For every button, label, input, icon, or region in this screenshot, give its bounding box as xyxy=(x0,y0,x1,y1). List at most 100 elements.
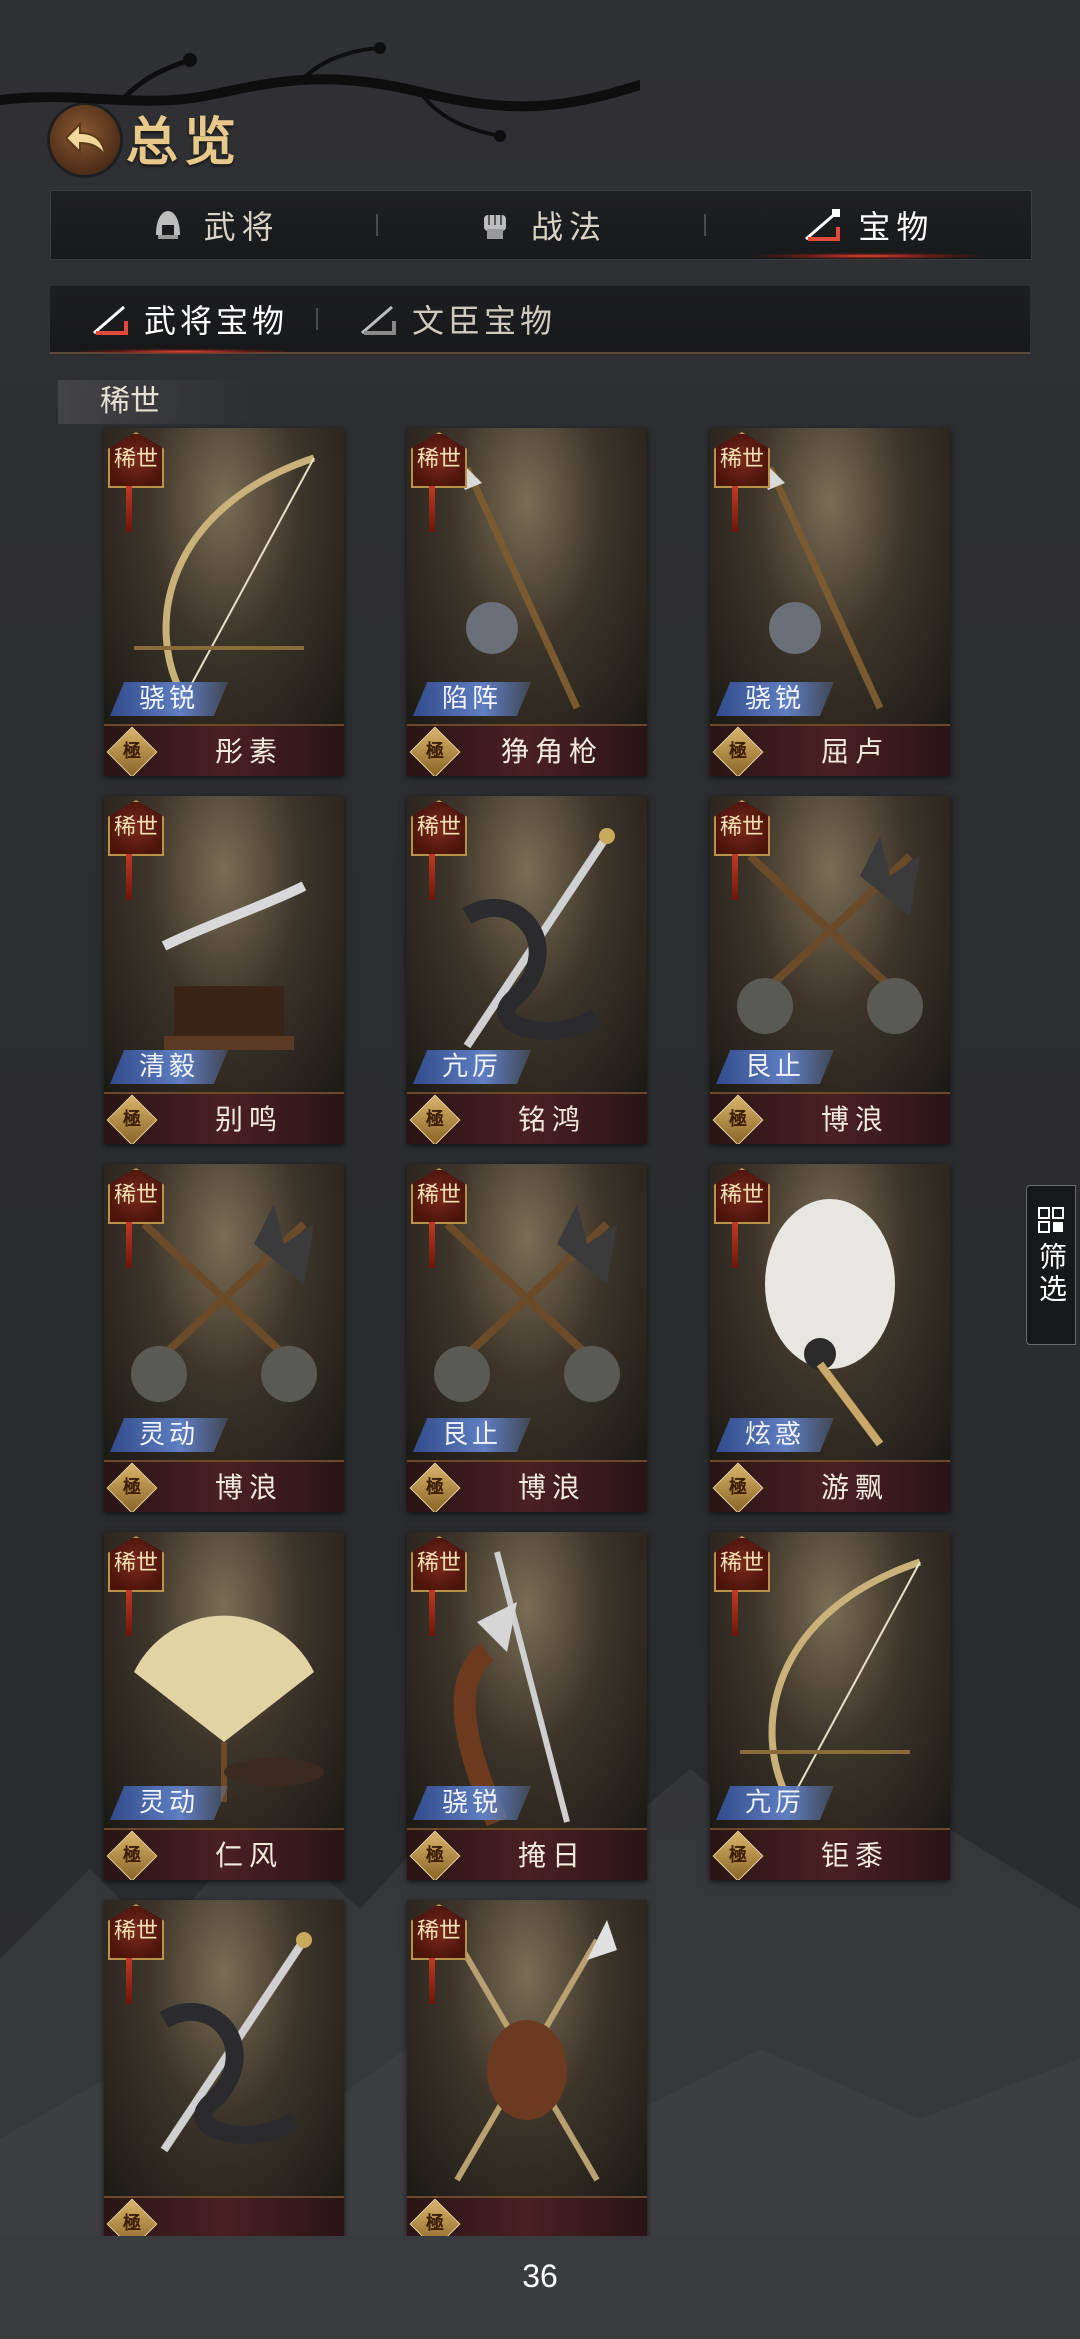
treasure-name: 仁风 xyxy=(214,1839,283,1872)
treasure-name: 博浪 xyxy=(820,1103,889,1136)
back-button[interactable] xyxy=(50,105,120,175)
tassel-decoration xyxy=(429,486,435,532)
subtab-label: 文臣宝物 xyxy=(412,302,557,340)
weapon-icon xyxy=(805,209,841,241)
treasure-card[interactable]: 稀世 亢厉極铭鸿 xyxy=(407,796,647,1144)
grade-badge-text: 極 xyxy=(426,1477,444,1498)
treasure-card[interactable]: 稀世極 xyxy=(104,1900,344,2248)
grade-badge: 極 xyxy=(106,1462,158,1512)
treasure-card[interactable]: 稀世 骁锐極掩日 xyxy=(407,1532,647,1880)
grade-badge-text: 極 xyxy=(123,741,141,762)
sub-tab-bar: 武将宝物 文臣宝物 xyxy=(50,286,1030,354)
card-footer: 極 博浪 xyxy=(104,1460,344,1512)
grade-badge: 極 xyxy=(712,726,764,776)
trait-tag: 艮止 xyxy=(716,1050,834,1084)
tassel-decoration xyxy=(429,1590,435,1636)
tab-treasures[interactable]: 宝物 xyxy=(706,191,1031,259)
tab-label: 战法 xyxy=(530,208,607,246)
treasure-card[interactable]: 稀世 灵动極博浪 xyxy=(104,1164,344,1512)
trait-tag: 艮止 xyxy=(413,1418,531,1452)
grade-badge-text: 極 xyxy=(123,1109,141,1130)
tab-label: 武将 xyxy=(203,208,280,246)
subtab-label: 武将宝物 xyxy=(144,302,289,340)
grade-badge: 極 xyxy=(106,1830,158,1880)
tassel-decoration xyxy=(126,1222,132,1268)
card-footer: 極 屈卢 xyxy=(710,724,950,776)
section-label: 稀世 xyxy=(58,380,250,424)
treasure-card[interactable]: 稀世極 xyxy=(407,1900,647,2248)
card-footer: 極 彤素 xyxy=(104,724,344,776)
subtab-general-treasures[interactable]: 武将宝物 xyxy=(50,286,316,354)
subtab-minister-treasures[interactable]: 文臣宝物 xyxy=(318,286,584,352)
grade-badge-text: 極 xyxy=(123,1477,141,1498)
treasure-name: 彤素 xyxy=(214,735,283,768)
card-footer: 極 博浪 xyxy=(407,1460,647,1512)
treasure-name: 博浪 xyxy=(214,1471,283,1504)
grid-icon xyxy=(1038,1207,1064,1233)
treasure-card[interactable]: 稀世 艮止極博浪 xyxy=(407,1164,647,1512)
trait-tag: 炫惑 xyxy=(716,1418,834,1452)
treasure-card[interactable]: 稀世 骁锐極屈卢 xyxy=(710,428,950,776)
tassel-decoration xyxy=(429,1222,435,1268)
trait-tag: 骁锐 xyxy=(110,682,228,716)
trait-tag: 骁锐 xyxy=(413,1786,531,1820)
weapon-icon xyxy=(93,305,128,335)
treasure-card[interactable]: 稀世 灵动極仁风 xyxy=(104,1532,344,1880)
treasure-card[interactable]: 稀世 亢厉極钜黍 xyxy=(710,1532,950,1880)
tassel-decoration xyxy=(126,854,132,900)
grade-badge-text: 極 xyxy=(426,1845,444,1866)
treasure-name: 掩日 xyxy=(517,1839,586,1872)
grade-badge-text: 極 xyxy=(729,1477,747,1498)
treasure-card[interactable]: 稀世 陷阵極狰角枪 xyxy=(407,428,647,776)
grade-badge: 極 xyxy=(409,1462,461,1512)
grade-badge: 極 xyxy=(409,1830,461,1880)
treasure-name: 屈卢 xyxy=(820,735,889,768)
weapon-icon xyxy=(361,305,397,335)
grade-badge: 極 xyxy=(409,726,461,776)
grade-badge: 極 xyxy=(106,726,158,776)
main-tab-bar: 武将 战法 宝物 xyxy=(50,190,1032,260)
trait-tag: 陷阵 xyxy=(413,682,531,716)
card-footer: 極 仁风 xyxy=(104,1828,344,1880)
treasure-card[interactable]: 稀世 骁锐極彤素 xyxy=(104,428,344,776)
treasure-name: 游飘 xyxy=(820,1471,889,1504)
treasure-name: 博浪 xyxy=(517,1471,586,1504)
fist-icon xyxy=(483,215,506,239)
treasure-name: 钜黍 xyxy=(820,1839,889,1872)
tassel-decoration xyxy=(126,1958,132,2004)
tassel-decoration xyxy=(126,486,132,532)
grade-badge: 極 xyxy=(409,1094,461,1144)
tassel-decoration xyxy=(732,1590,738,1636)
card-footer: 極 铭鸿 xyxy=(407,1092,647,1144)
card-footer: 極 别鸣 xyxy=(104,1092,344,1144)
helmet-icon xyxy=(155,211,180,239)
grade-badge: 極 xyxy=(712,1462,764,1512)
grade-badge: 極 xyxy=(106,1094,158,1144)
tab-tactics[interactable]: 战法 xyxy=(378,191,703,259)
tassel-decoration xyxy=(732,486,738,532)
tab-label: 宝物 xyxy=(858,208,935,246)
grade-badge: 極 xyxy=(712,1094,764,1144)
trait-tag: 清毅 xyxy=(110,1050,228,1084)
page-number: 36 xyxy=(0,2236,1080,2339)
grade-badge: 極 xyxy=(712,1830,764,1880)
trait-tag: 骁锐 xyxy=(716,682,834,716)
grade-badge-text: 極 xyxy=(729,1109,747,1130)
tassel-decoration xyxy=(429,854,435,900)
treasure-name: 铭鸿 xyxy=(517,1103,586,1136)
page-title: 总览 xyxy=(126,112,243,173)
back-arrow-icon xyxy=(64,121,106,157)
tassel-decoration xyxy=(732,1222,738,1268)
tassel-decoration xyxy=(732,854,738,900)
tab-generals[interactable]: 武将 xyxy=(51,191,376,259)
grade-badge-text: 極 xyxy=(729,1845,747,1866)
treasure-card[interactable]: 稀世 艮止極博浪 xyxy=(710,796,950,1144)
tassel-decoration xyxy=(126,1590,132,1636)
filter-button[interactable]: 筛选 xyxy=(1026,1185,1076,1345)
card-footer: 極 游飘 xyxy=(710,1460,950,1512)
treasure-card[interactable]: 稀世 清毅極别鸣 xyxy=(104,796,344,1144)
treasure-card[interactable]: 稀世 炫惑極游飘 xyxy=(710,1164,950,1512)
card-footer: 極 狰角枪 xyxy=(407,724,647,776)
treasure-name: 狰角枪 xyxy=(500,735,603,768)
grade-badge-text: 極 xyxy=(426,1109,444,1130)
